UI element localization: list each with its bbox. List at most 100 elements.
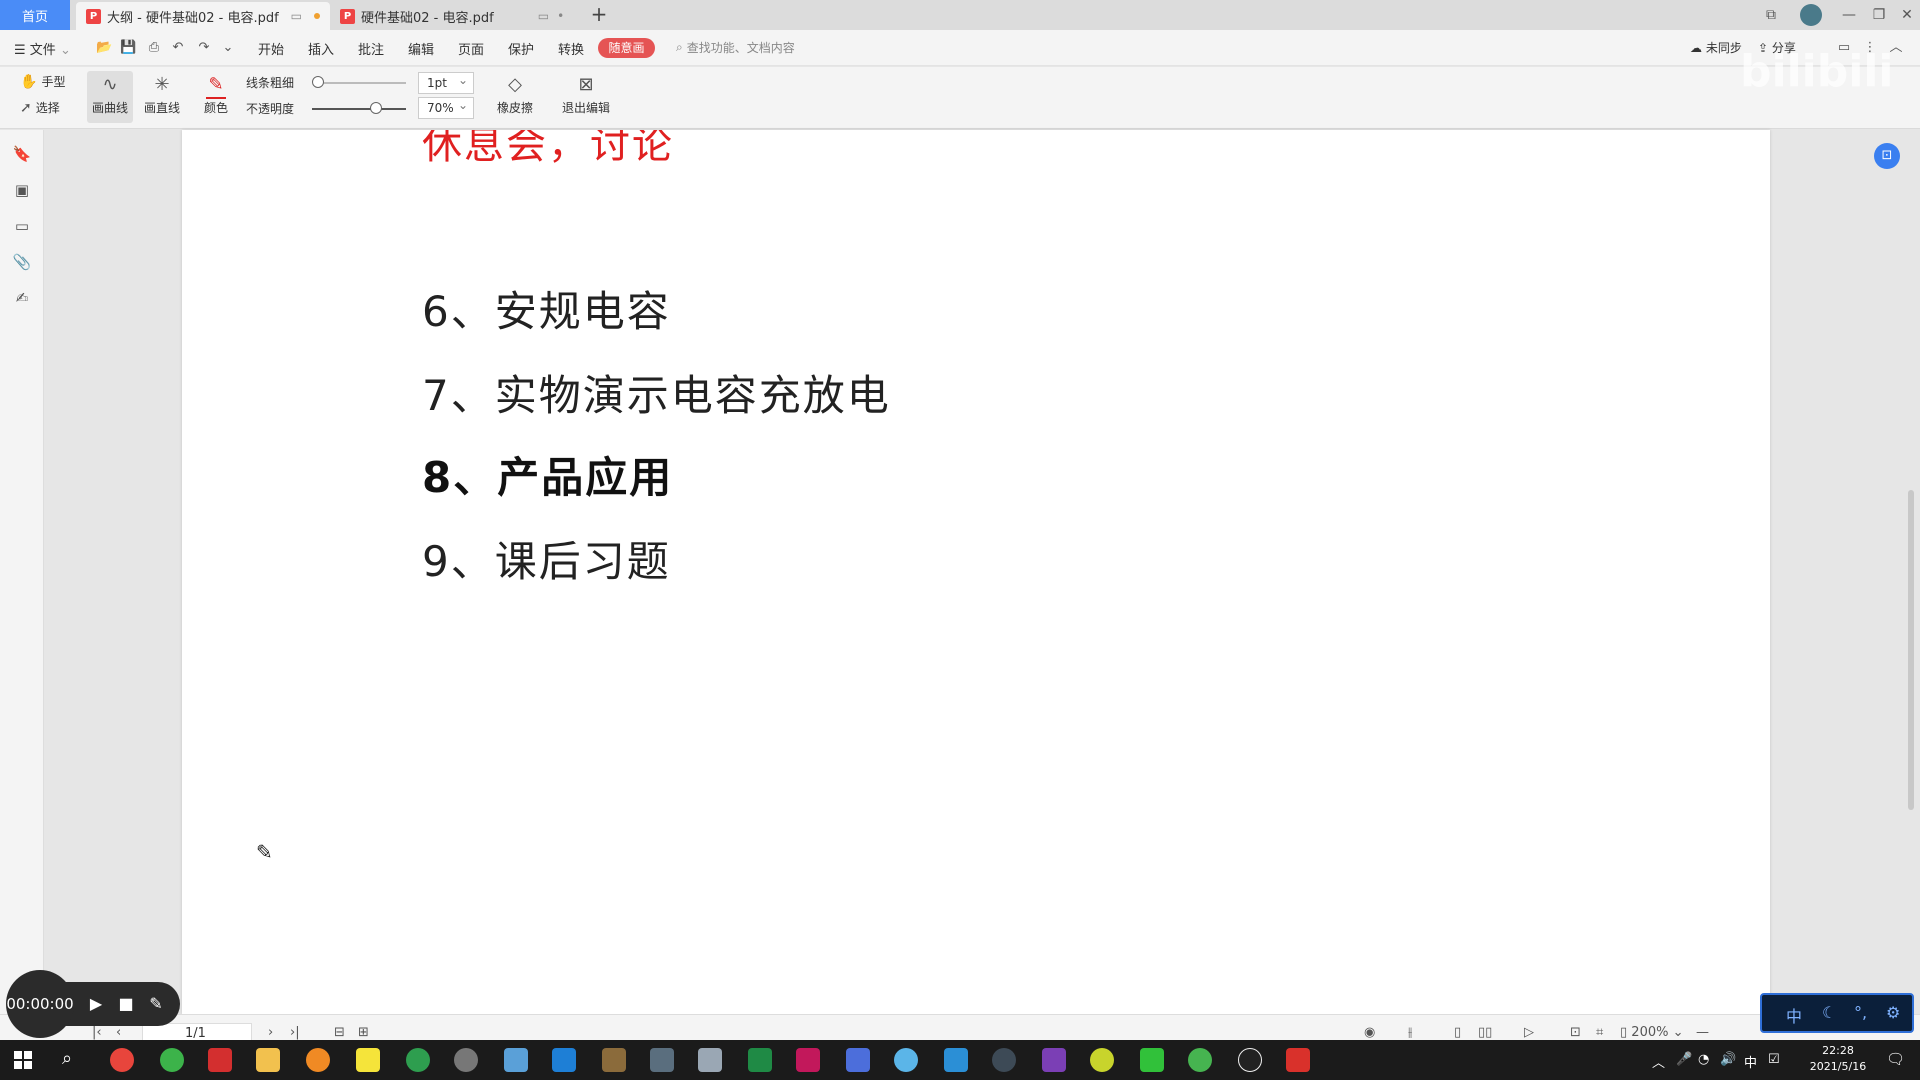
eraser-tool[interactable]: ◇ 橡皮擦 [492, 71, 538, 123]
window-icon[interactable]: ▭ [291, 9, 302, 23]
select-tool[interactable]: ➚ 选择 [20, 99, 60, 116]
search-app-icon[interactable] [306, 1048, 330, 1072]
file-menu[interactable]: ☰ 文件 ⌄ [14, 39, 71, 58]
volume-icon[interactable]: 🔊 [1720, 1052, 1736, 1067]
draw-curve-tool[interactable]: ∿ 画曲线 [87, 71, 133, 123]
microphone-icon[interactable]: 🎤 [1676, 1052, 1692, 1067]
pads-icon[interactable] [602, 1048, 626, 1072]
app-green-icon[interactable] [748, 1048, 772, 1072]
iqiyi-icon[interactable] [1140, 1048, 1164, 1072]
open-icon[interactable]: 📂 [96, 40, 112, 56]
zoom-box[interactable]: ▯ 200% ⌄ [1620, 1025, 1684, 1040]
app-tool-icon[interactable] [992, 1048, 1016, 1072]
new-tab-button[interactable]: + [586, 2, 612, 28]
menu-annotate[interactable]: 批注 [358, 39, 384, 58]
menu-edit[interactable]: 编辑 [408, 39, 434, 58]
opacity-select[interactable]: 70% [418, 95, 474, 119]
layout-icon[interactable]: ⫲ [1408, 1025, 1412, 1040]
menu-convert[interactable]: 转换 [558, 39, 584, 58]
signature-icon[interactable]: ✍ [12, 288, 32, 308]
app-magenta-icon[interactable] [796, 1048, 820, 1072]
redo-icon[interactable]: ↷ [196, 40, 212, 56]
qq-icon[interactable] [1238, 1048, 1262, 1072]
notes-icon[interactable] [356, 1048, 380, 1072]
tray-app-icon[interactable]: ☑ [1768, 1052, 1780, 1067]
zoom-out-icon[interactable]: — [1696, 1025, 1709, 1040]
app-slate-icon[interactable] [650, 1048, 674, 1072]
eye-protect-icon[interactable]: ◉ [1364, 1025, 1375, 1040]
menu-start[interactable]: 开始 [258, 39, 284, 58]
visual-studio-icon[interactable] [1042, 1048, 1066, 1072]
chrome-icon[interactable] [110, 1048, 134, 1072]
ime-language[interactable]: 中 [1786, 1003, 1802, 1027]
avatar[interactable] [1800, 4, 1822, 26]
pdf-page[interactable]: 休息会，讨论 6、安规电容 7、实物演示电容充放电 8、产品应用 9、课后习题 [182, 130, 1770, 1014]
more-chevron-icon[interactable]: ⌄ [220, 40, 236, 56]
punctuation-icon[interactable]: °, [1854, 1003, 1867, 1022]
fit-page-icon[interactable]: ⊟ [334, 1025, 345, 1040]
fit-width-icon[interactable]: ⊞ [358, 1025, 369, 1040]
app-building-icon[interactable] [846, 1048, 870, 1072]
exit-edit-button[interactable]: ⊠ 退出编辑 [560, 71, 612, 123]
opacity-slider[interactable] [312, 108, 406, 110]
windows-start-icon[interactable] [14, 1051, 32, 1069]
floating-assist-icon[interactable]: ⊡ [1874, 143, 1900, 169]
moon-icon[interactable]: ☾ [1822, 1003, 1836, 1022]
minimize-icon[interactable]: — [1836, 4, 1862, 26]
pen-icon[interactable]: ✎ [146, 994, 166, 1014]
clock-date[interactable]: 2021/5/16 [1804, 1060, 1872, 1073]
next-page-icon[interactable]: › [268, 1025, 273, 1040]
network-icon[interactable]: ◔ [1698, 1052, 1709, 1067]
line-width-select[interactable]: 1pt [418, 70, 474, 94]
line-width-knob[interactable] [312, 76, 324, 88]
vertical-scrollbar[interactable] [1908, 490, 1914, 810]
window-icon[interactable]: ▭ [538, 9, 549, 23]
tab-home[interactable]: 首页 [0, 0, 70, 30]
attachment-icon[interactable]: 📎 [12, 252, 32, 272]
tab-pdf[interactable]: P 硬件基础02 - 电容.pdf ▭ • [330, 2, 574, 30]
restore-icon[interactable]: ❐ [1866, 4, 1892, 26]
play-icon[interactable]: ▶ [86, 994, 106, 1014]
settings-icon[interactable]: ⚙ [1886, 1003, 1900, 1022]
notification-icon[interactable]: 🗨 [1886, 1050, 1905, 1068]
opacity-knob[interactable] [370, 102, 382, 114]
thumbnail-icon[interactable]: ▣ [12, 180, 32, 200]
bookmark-icon[interactable]: 🔖 [12, 144, 32, 164]
app-cyan-icon[interactable] [894, 1048, 918, 1072]
document-area[interactable]: 休息会，讨论 6、安规电容 7、实物演示电容充放电 8、产品应用 9、课后习题 … [44, 130, 1920, 1014]
menu-insert[interactable]: 插入 [308, 39, 334, 58]
draw-line-tool[interactable]: ✳ 画直线 [139, 71, 185, 123]
comment-list-icon[interactable]: ▭ [12, 216, 32, 236]
close-tab-icon[interactable]: • [557, 9, 564, 23]
tray-language[interactable]: 中 [1744, 1052, 1757, 1071]
crop-icon[interactable]: ⌗ [1596, 1025, 1603, 1040]
tab-outline-pdf[interactable]: P 大纲 - 硬件基础02 - 电容.pdf ▭ [76, 2, 331, 30]
app-silver-icon[interactable] [698, 1048, 722, 1072]
close-icon[interactable]: ✕ [1894, 4, 1920, 26]
file-explorer-icon[interactable] [256, 1048, 280, 1072]
sync-status[interactable]: ☁ 未同步 [1690, 39, 1742, 56]
wps-icon[interactable] [1286, 1048, 1310, 1072]
undo-icon[interactable]: ↶ [170, 40, 186, 56]
chrome-alt-icon[interactable] [406, 1048, 430, 1072]
last-page-icon[interactable]: ›| [290, 1025, 300, 1040]
save-icon[interactable]: 💾 [120, 40, 136, 56]
clock-time[interactable]: 22:28 [1808, 1044, 1868, 1057]
search-icon[interactable]: ⌕ [62, 1048, 72, 1069]
fit-icon[interactable]: ⊡ [1570, 1025, 1581, 1040]
double-page-icon[interactable]: ▯▯ [1478, 1025, 1492, 1040]
mx-icon[interactable] [944, 1048, 968, 1072]
browser-icon[interactable] [160, 1048, 184, 1072]
play-icon[interactable]: ▷ [1524, 1025, 1534, 1040]
stop-icon[interactable]: ■ [116, 994, 136, 1014]
app-red-icon[interactable] [208, 1048, 232, 1072]
menu-protect[interactable]: 保护 [508, 39, 534, 58]
menu-page[interactable]: 页面 [458, 39, 484, 58]
meeting-icon[interactable] [552, 1048, 576, 1072]
app-blue-icon[interactable] [504, 1048, 528, 1072]
single-page-icon[interactable]: ▯ [1454, 1025, 1461, 1040]
menu-freehand[interactable]: 随意画 [598, 38, 655, 58]
app-lime-icon[interactable] [1090, 1048, 1114, 1072]
color-tool[interactable]: ✎ 颜色 [193, 71, 239, 123]
tab-count-icon[interactable]: ⧉ [1758, 4, 1784, 26]
